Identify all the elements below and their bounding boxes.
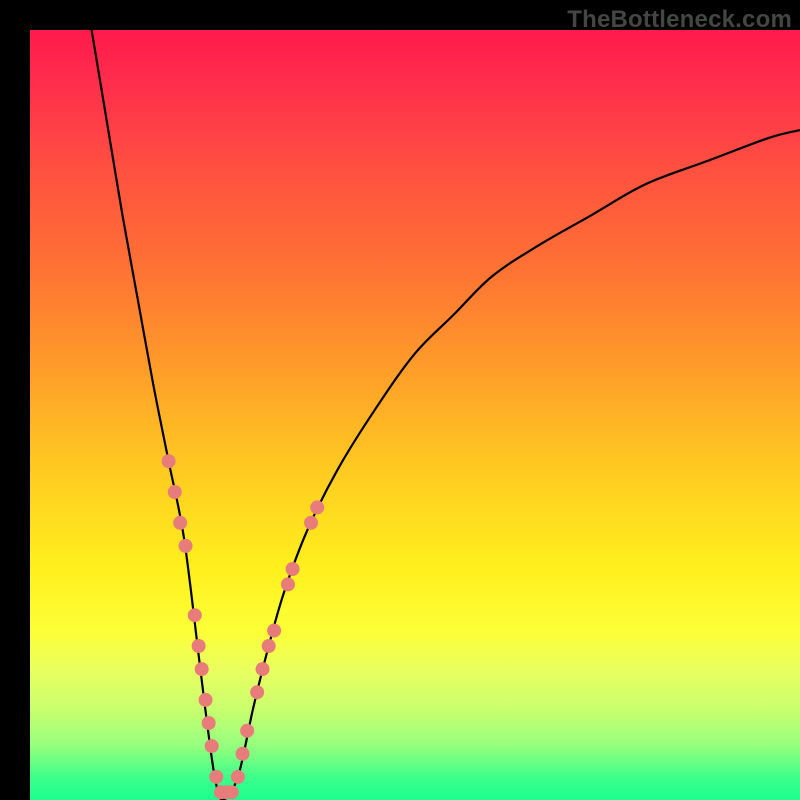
data-marker — [162, 454, 176, 468]
data-marker — [256, 662, 270, 676]
data-marker — [225, 785, 239, 799]
bottleneck-curve — [92, 30, 800, 800]
data-marker — [202, 716, 216, 730]
data-marker — [310, 500, 324, 514]
data-marker — [304, 516, 318, 530]
data-marker — [240, 724, 254, 738]
chart-frame: TheBottleneck.com — [0, 0, 800, 800]
curve-overlay — [30, 30, 800, 800]
data-marker — [281, 577, 295, 591]
data-marker — [192, 639, 206, 653]
data-marker — [199, 693, 213, 707]
data-marker — [209, 770, 223, 784]
data-marker — [236, 747, 250, 761]
data-marker — [267, 624, 281, 638]
data-marker — [188, 608, 202, 622]
data-marker — [250, 685, 264, 699]
data-marker — [262, 639, 276, 653]
data-marker — [173, 516, 187, 530]
data-marker — [179, 539, 193, 553]
data-marker — [195, 662, 209, 676]
marker-layer — [162, 454, 325, 799]
data-marker — [286, 562, 300, 576]
data-marker — [205, 739, 219, 753]
data-marker — [231, 770, 245, 784]
data-marker — [168, 485, 182, 499]
